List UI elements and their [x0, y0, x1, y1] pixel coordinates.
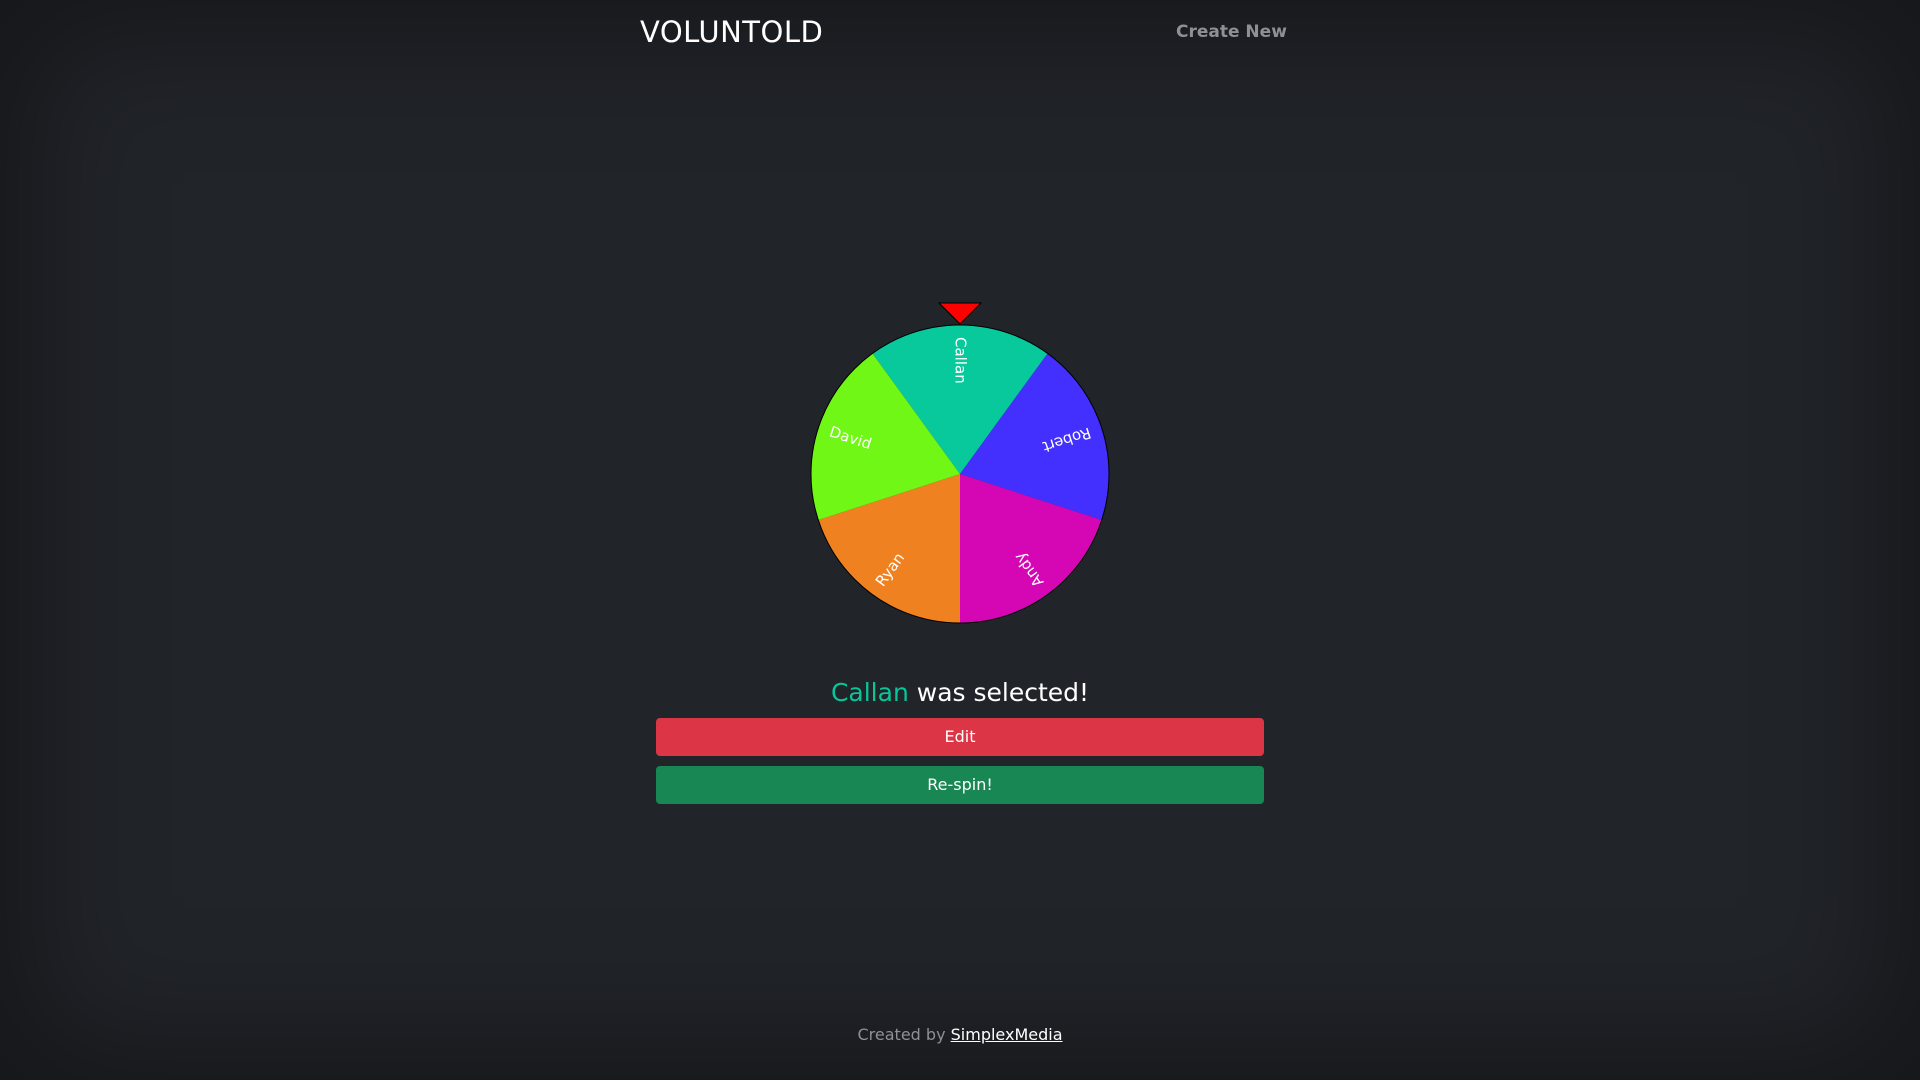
create-new-link[interactable]: Create New [1176, 21, 1287, 43]
selected-name: Callan [830, 678, 909, 707]
top-navbar: VOLUNTOLD Create New [0, 0, 1920, 64]
selection-result: Callan was selected! [0, 676, 1920, 710]
wheel-pointer-icon [937, 302, 983, 325]
selected-suffix: was selected! [908, 678, 1090, 707]
simplexmedia-link[interactable]: SimplexMedia [951, 1025, 1063, 1044]
spin-wheel-container: Callan Robert Andy Ryan David [800, 296, 1120, 628]
footer-credit-text: Created by [857, 1025, 951, 1044]
respin-button[interactable]: Re-spin! [656, 766, 1264, 804]
footer: Created by SimplexMedia [0, 1024, 1920, 1046]
wheel-label-callan: Callan [952, 337, 970, 384]
spin-wheel[interactable]: CallanRobertAndyRyanDavid [800, 296, 1120, 628]
edit-button[interactable]: Edit [656, 718, 1264, 756]
brand-logo[interactable]: VOLUNTOLD [640, 14, 823, 50]
